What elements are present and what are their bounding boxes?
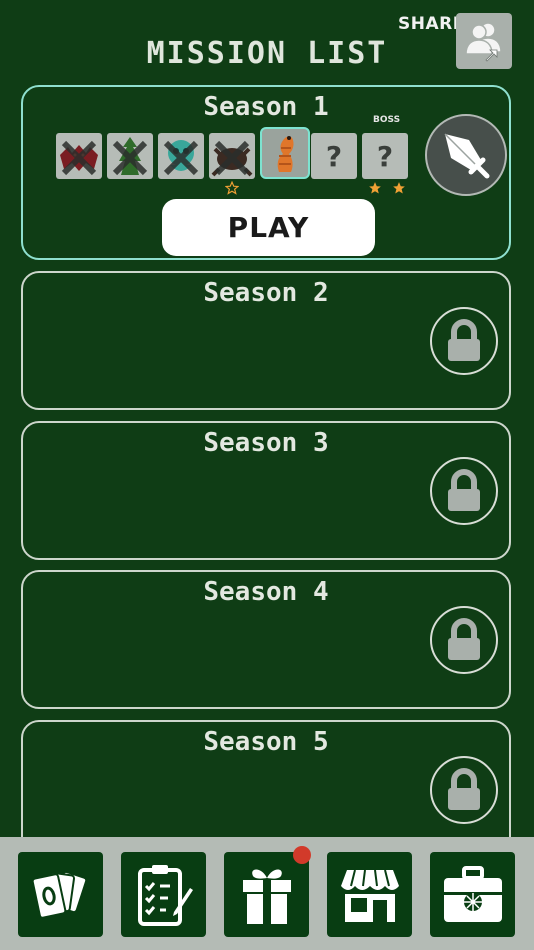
share-label[interactable]: SHARE bbox=[398, 14, 465, 34]
cards-icon bbox=[31, 870, 87, 919]
page-title: MISSION LIST bbox=[146, 36, 388, 71]
treasure-chest-icon bbox=[443, 865, 502, 922]
mission-3[interactable] bbox=[158, 133, 204, 179]
mission-5-current[interactable] bbox=[260, 127, 310, 179]
season-card-1: Season 1 ? ? BOSS PLAY bbox=[21, 85, 511, 260]
tab-cards[interactable] bbox=[18, 852, 103, 937]
season-card-4[interactable]: Season 4 bbox=[21, 570, 511, 709]
season-card-2[interactable]: Season 2 bbox=[21, 271, 511, 410]
sword-button[interactable] bbox=[425, 114, 507, 196]
season-title: Season 1 bbox=[203, 92, 329, 122]
notification-badge bbox=[293, 846, 311, 864]
lock-icon bbox=[430, 457, 498, 525]
lock-icon bbox=[430, 606, 498, 674]
star-filled-icon bbox=[392, 182, 405, 194]
clipboard-checklist-icon bbox=[137, 864, 193, 926]
star-filled-icon bbox=[369, 182, 381, 194]
sword-icon bbox=[444, 133, 490, 179]
tab-gift[interactable] bbox=[224, 846, 311, 937]
gift-icon bbox=[242, 869, 291, 924]
orange-worm-monster-icon bbox=[277, 136, 294, 172]
season-title: Season 5 bbox=[203, 727, 329, 757]
lock-icon bbox=[430, 307, 498, 375]
mission-4-stars bbox=[224, 180, 240, 198]
play-button[interactable]: PLAY bbox=[162, 199, 375, 256]
lock-icon bbox=[430, 756, 498, 824]
mission-7-boss[interactable]: ? bbox=[362, 133, 408, 179]
tab-chest[interactable] bbox=[430, 852, 515, 937]
boss-stars bbox=[368, 181, 406, 198]
boss-label: BOSS bbox=[373, 115, 401, 125]
tab-missions[interactable] bbox=[121, 852, 206, 937]
shop-icon bbox=[340, 869, 399, 922]
season-title: Season 2 bbox=[203, 278, 329, 308]
mission-4[interactable] bbox=[209, 133, 255, 179]
dark-crab-monster-icon bbox=[211, 140, 253, 177]
mission-2[interactable] bbox=[107, 133, 153, 179]
season-title: Season 3 bbox=[203, 428, 329, 458]
season-title: Season 4 bbox=[203, 577, 329, 607]
season-card-3[interactable]: Season 3 bbox=[21, 421, 511, 560]
bottom-nav bbox=[0, 837, 534, 950]
mission-1[interactable] bbox=[56, 133, 102, 179]
star-outline-icon bbox=[224, 180, 240, 195]
green-goblin-monster-icon bbox=[112, 137, 148, 176]
tab-shop[interactable] bbox=[327, 852, 412, 937]
red-bat-monster-icon bbox=[60, 140, 98, 176]
teal-slime-monster-icon bbox=[163, 140, 199, 176]
mission-6-unknown[interactable]: ? bbox=[311, 133, 357, 179]
